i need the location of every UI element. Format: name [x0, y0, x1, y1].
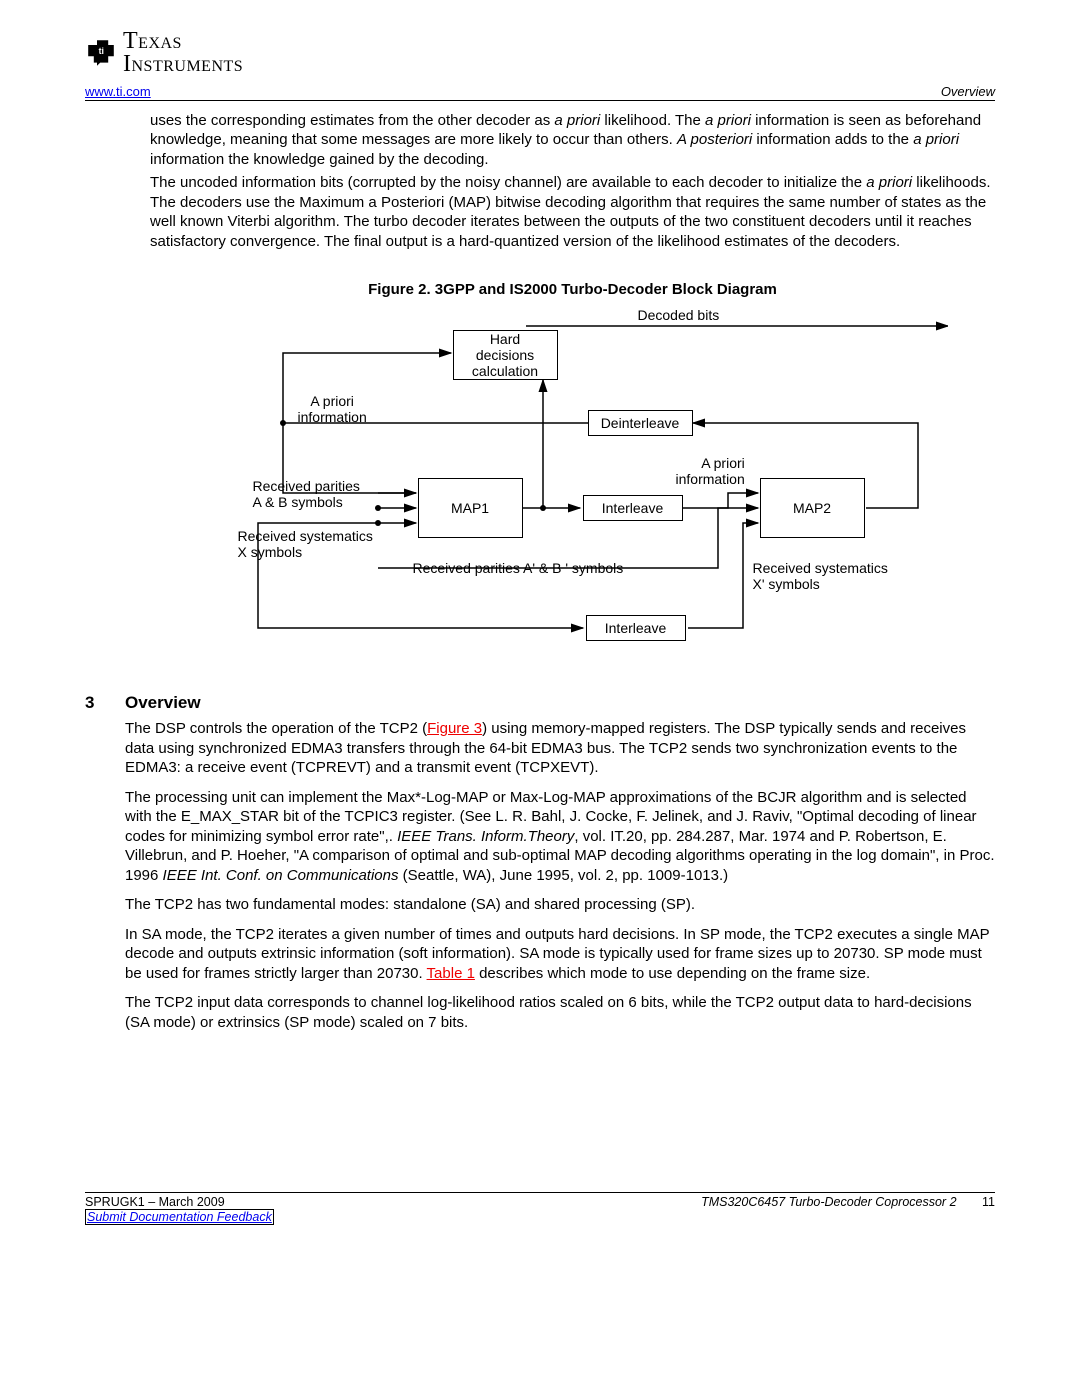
submit-feedback-link[interactable]: Submit Documentation Feedback — [85, 1209, 274, 1225]
hard-decisions-label: Harddecisionscalculation — [472, 331, 538, 379]
ti-chip-icon: ti — [85, 37, 117, 69]
header-section: Overview — [941, 84, 995, 99]
map1-box: MAP1 — [418, 478, 523, 538]
section-para-2: The processing unit can implement the Ma… — [125, 788, 995, 886]
figure-3-link[interactable]: Figure 3 — [427, 720, 482, 737]
section-heading: 3 Overview — [85, 693, 995, 713]
svg-text:ti: ti — [99, 46, 104, 56]
interleave-bottom-box: Interleave — [586, 615, 686, 641]
intro-para-1: uses the corresponding estimates from th… — [150, 111, 995, 170]
received-parities-ab-label: Received paritiesA & B symbols — [253, 478, 360, 510]
ti-logo: ti TEXAS INSTRUMENTS — [85, 30, 995, 76]
header-url-link[interactable]: www.ti.com — [85, 84, 151, 99]
section-para-3: The TCP2 has two fundamental modes: stan… — [125, 895, 995, 915]
deinterleave-box: Deinterleave — [588, 410, 693, 436]
section-number: 3 — [85, 693, 125, 713]
ti-logo-text: TEXAS INSTRUMENTS — [123, 30, 243, 76]
figure-caption: Figure 2. 3GPP and IS2000 Turbo-Decoder … — [150, 281, 995, 298]
received-systematics-x-label: Received systematicsX symbols — [238, 528, 373, 560]
apriori-left-label: A prioriinformation — [298, 393, 367, 425]
footer-left: SPRUGK1 – March 2009 — [85, 1195, 225, 1209]
table-1-link[interactable]: Table 1 — [427, 965, 475, 982]
page-footer: SPRUGK1 – March 2009 TMS320C6457 Turbo-D… — [85, 1192, 995, 1224]
footer-page-number: 11 — [982, 1195, 995, 1209]
section-para-5: The TCP2 input data corresponds to chann… — [125, 993, 995, 1032]
received-systematics-xprime-label: Received systematicsX' symbols — [753, 560, 888, 592]
section-title: Overview — [125, 693, 201, 713]
block-diagram: Harddecisionscalculation Deinterleave MA… — [198, 308, 948, 658]
interleave-mid-box: Interleave — [583, 495, 683, 521]
section-para-4: In SA mode, the TCP2 iterates a given nu… — [125, 925, 995, 984]
map2-box: MAP2 — [760, 478, 865, 538]
page-header-row: www.ti.com Overview — [85, 84, 995, 101]
footer-doc-title: TMS320C6457 Turbo-Decoder Coprocessor 2 — [701, 1195, 956, 1209]
decoded-bits-label: Decoded bits — [638, 307, 720, 323]
intro-para-2: The uncoded information bits (corrupted … — [150, 173, 995, 251]
hard-decisions-box: Harddecisionscalculation — [453, 330, 558, 380]
apriori-right-label: A prioriinformation — [676, 455, 745, 487]
section-para-1: The DSP controls the operation of the TC… — [125, 719, 995, 778]
received-parities-abprime-label: Received parities A' & B ' symbols — [413, 560, 624, 576]
